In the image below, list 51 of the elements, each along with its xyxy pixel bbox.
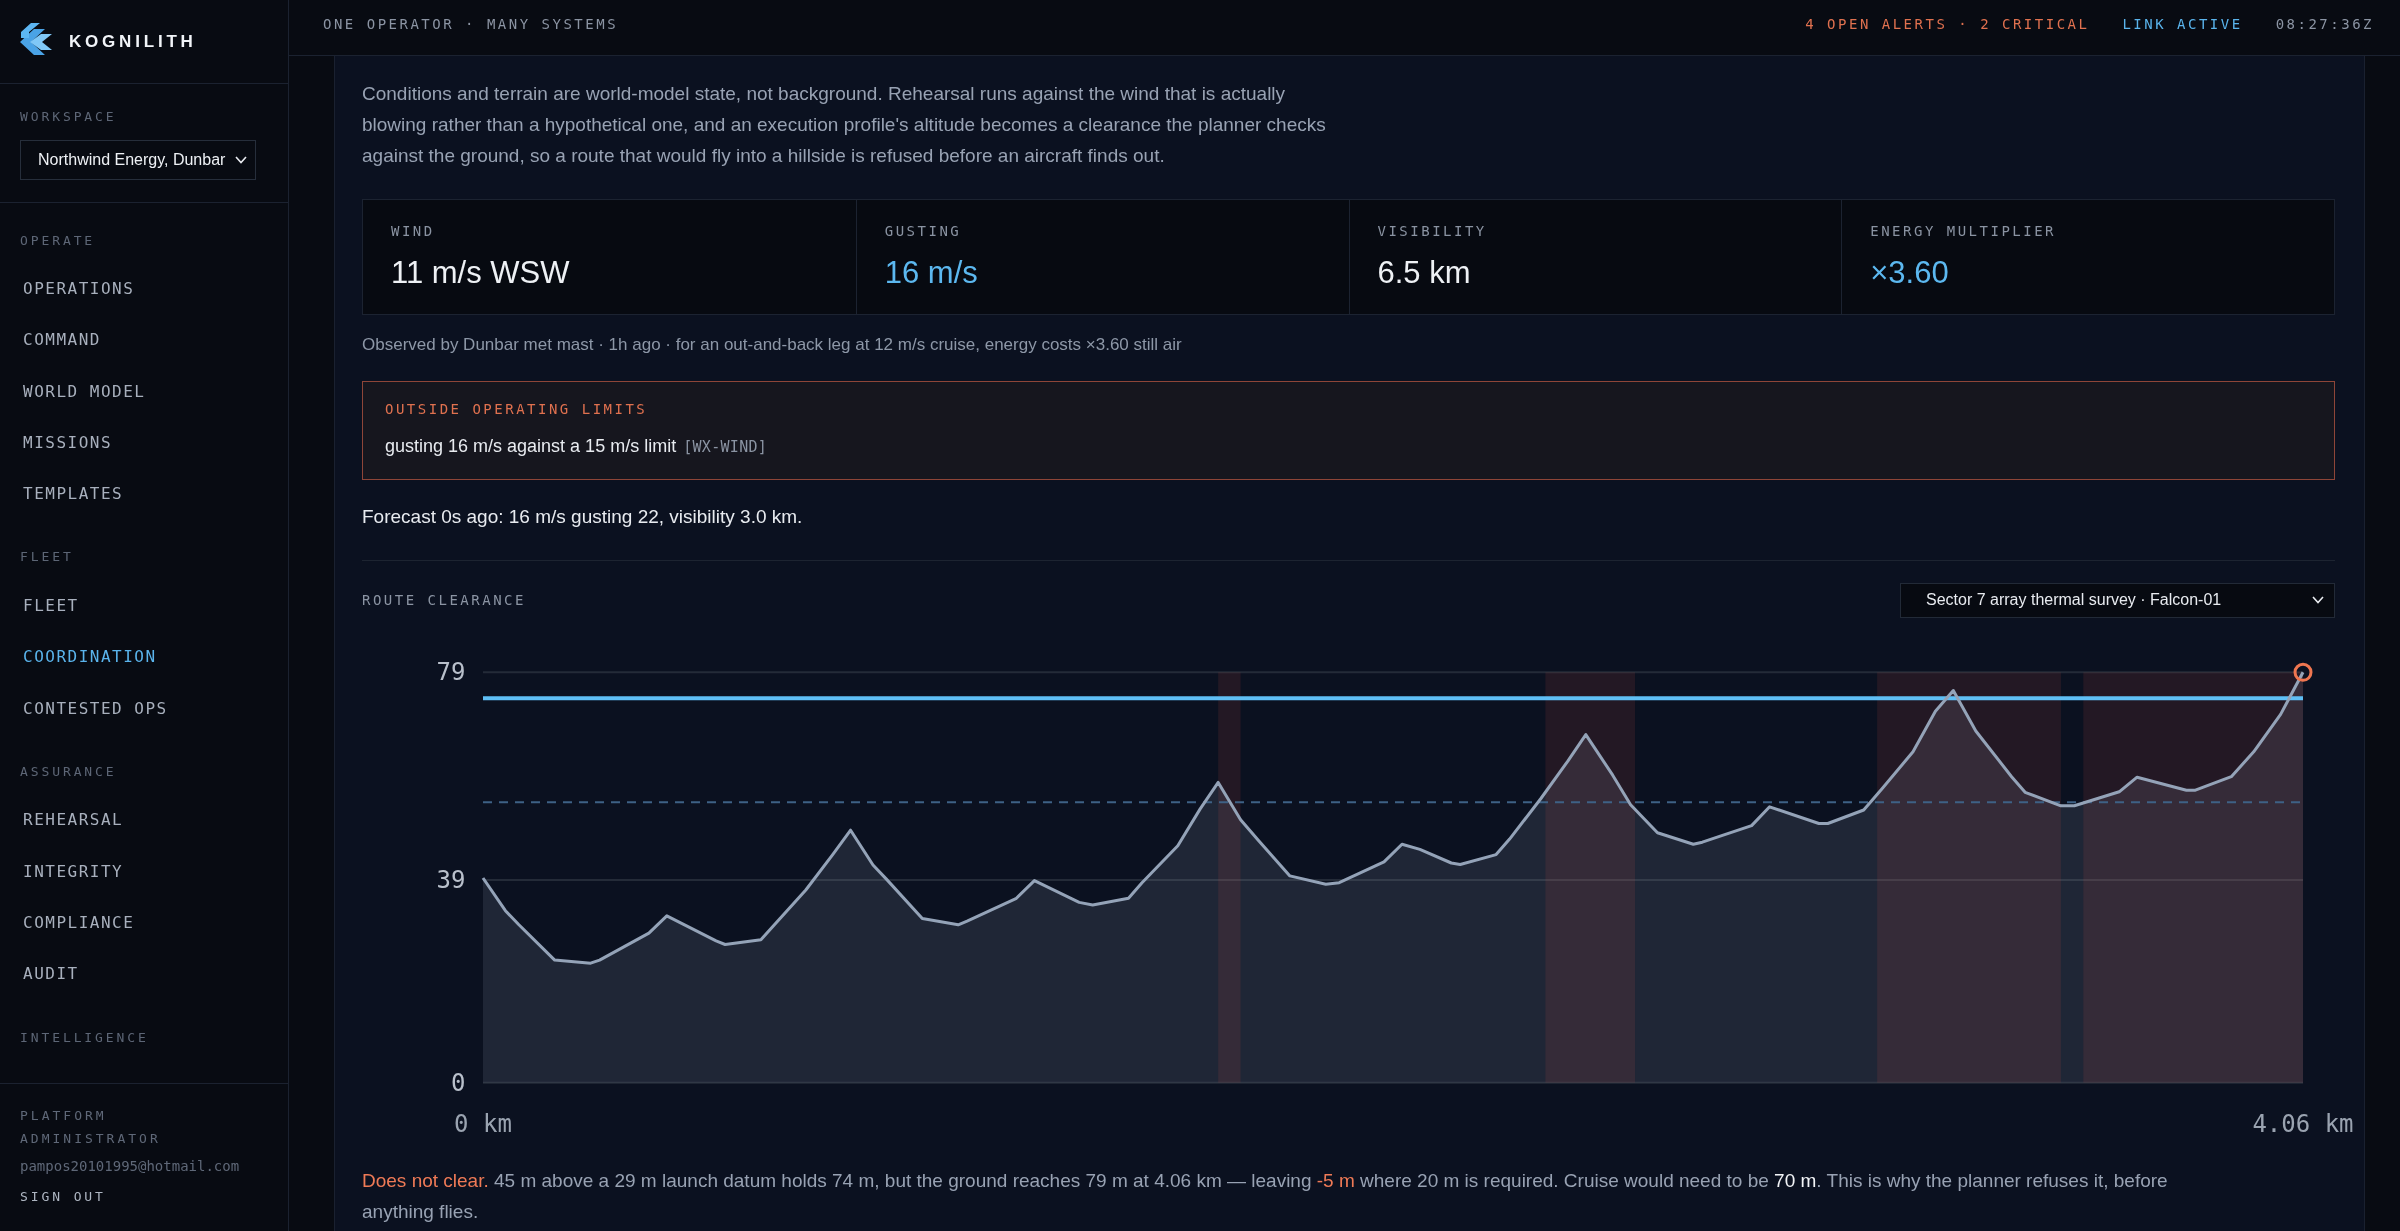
nav-item[interactable]: TEMPLATES: [20, 468, 268, 520]
nav-item[interactable]: COMPLIANCE: [20, 896, 268, 949]
alert-code: [WX-WIND]: [683, 436, 768, 458]
verdict-text: Does not clear. 45 m above a 29 m launch datum holds 74 m, but the ground reaches 79 m at 4.06 km — leaving -5 m where 20 m is required. Cruise would need to be 70 m. This is why the planner refuses it, before anything flies.: [362, 1168, 2169, 1224]
axis-label: 39: [436, 866, 466, 895]
nav-item[interactable]: WORLD MODEL: [20, 365, 268, 417]
section-label: OPERATE: [20, 232, 97, 249]
stat-label: WIND: [391, 222, 436, 239]
intro-text: Conditions and terrain are world-model state, not background. Rehearsal runs against the wind that is actually blowing rather than a hypothetical one, and an execution profile's altitude becomes a clearance the planner checks against the ground, so a route that would fly into a hillside is refused before an aircraft finds out.: [362, 81, 1327, 168]
nav-item[interactable]: COORDINATION: [20, 631, 268, 683]
peak-marker-icon: [2293, 662, 2313, 682]
user-email: pampos20101995@hotmail.com: [20, 1157, 241, 1175]
stat-value: 6.5 km: [1377, 253, 1472, 292]
stat-label: VISIBILITY: [1377, 222, 1488, 239]
section-title: ROUTE CLEARANCE: [362, 592, 526, 609]
nav-item[interactable]: INTEGRITY: [20, 845, 268, 897]
forecast-text: Forecast 0s ago: 16 m/s gusting 22, visibility 3.0 km.: [362, 504, 804, 529]
nav-item[interactable]: CONTESTED OPS: [20, 682, 268, 734]
chevron-icon: [2312, 596, 2324, 605]
brand-name: KOGNILITH: [69, 31, 197, 52]
user-role: PLATFORM ADMINISTRATOR: [20, 1107, 162, 1148]
nav-item[interactable]: AUDIT: [20, 948, 268, 1000]
section-label: INTELLIGENCE: [20, 1029, 150, 1046]
workspace-select[interactable]: Northwind Energy, Dunbar: [20, 139, 256, 180]
section-label: ASSURANCE: [20, 763, 118, 780]
nav-item[interactable]: COMMAND: [20, 314, 268, 366]
nav-item[interactable]: MISSIONS: [20, 416, 268, 469]
section-label: FLEET: [20, 549, 75, 566]
nav-item[interactable]: OPERATIONS: [20, 263, 268, 315]
axis-label: 79: [436, 658, 466, 687]
stat-label: GUSTING: [884, 222, 963, 239]
stat-label: ENERGY MULTIPLIER: [1870, 222, 2058, 239]
alert-message: gusting 16 m/s against a 15 m/s limit: [385, 434, 677, 458]
axis-label: 0: [450, 1068, 466, 1097]
axis-label: 4.06 km: [2252, 1110, 2354, 1139]
observation-text: Observed by Dunbar met mast · 1h ago · for an out-and-back leg at 12 m/s cruise, energy costs ×3.60 still air: [362, 334, 1183, 357]
clock: 08:27:36Z: [2275, 15, 2374, 32]
chevron-icon: [235, 155, 247, 164]
stat-value: ×3.60: [1870, 253, 1950, 292]
link-status: LINK ACTIVE: [2122, 15, 2243, 32]
route-select[interactable]: Sector 7 array thermal survey · Falcon-01: [1900, 582, 2335, 618]
alert-summary[interactable]: 4 OPEN ALERTS · 2 CRITICAL: [1805, 15, 2090, 32]
stat-value: 16 m/s: [884, 253, 979, 292]
axis-label: 0 km: [454, 1110, 512, 1139]
nav-item[interactable]: REHEARSAL: [20, 794, 268, 846]
stat-value: 11 m/s WSW: [391, 253, 571, 292]
sign-out-link[interactable]: SIGN OUT: [20, 1188, 106, 1206]
tagline: ONE OPERATOR · MANY SYSTEMS: [323, 15, 619, 32]
alert-title: OUTSIDE OPERATING LIMITS: [385, 400, 649, 417]
nav-item[interactable]: FLEET: [20, 580, 268, 632]
workspace-label: WORKSPACE: [20, 109, 118, 125]
